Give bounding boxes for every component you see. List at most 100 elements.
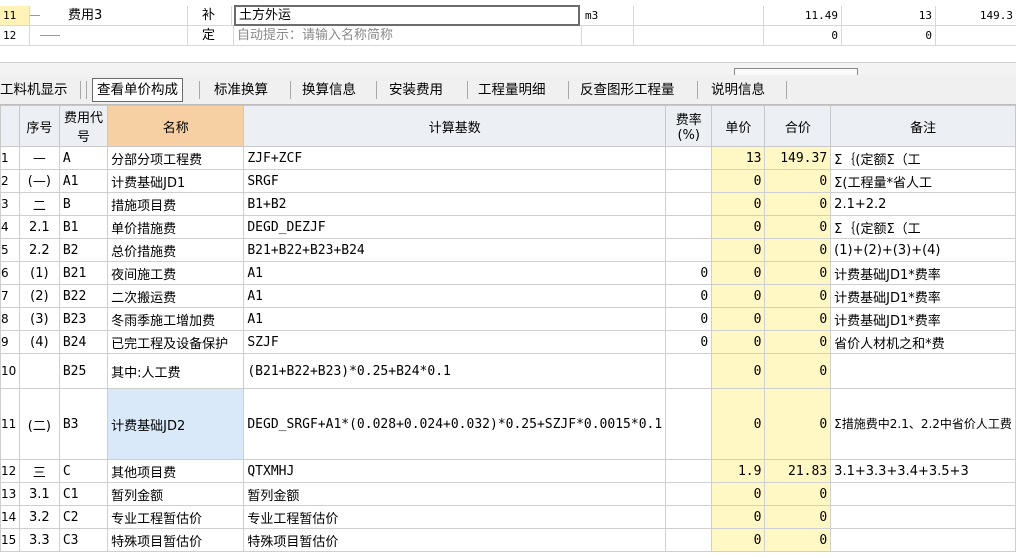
cell-rate[interactable] <box>665 215 713 239</box>
cell-base[interactable]: SRGF <box>243 169 667 193</box>
table-row[interactable]: 11 (二) B3 计费基础JD2 DEGD_SRGF+A1*(0.028+0.024+… <box>0 388 1016 460</box>
cell-note[interactable]: 3.1+3.3+3.4+3.5+3 <box>830 459 1016 483</box>
cell-code[interactable]: B <box>58 192 109 216</box>
cell-seq[interactable]: — <box>18 146 60 170</box>
cell-note[interactable] <box>830 482 1016 506</box>
cell-name[interactable]: 计费基础JD2 <box>107 388 245 460</box>
cell-base[interactable]: DEGD_SRGF+A1*(0.028+0.024+0.032)*0.25+SZ… <box>243 388 667 460</box>
column-header[interactable]: 备注 <box>830 105 1016 147</box>
cell-rate[interactable] <box>665 169 713 193</box>
cell-seq[interactable]: (2) <box>18 284 60 308</box>
cell-note[interactable]: 2.1+2.2 <box>830 192 1016 216</box>
cell-code[interactable]: A <box>58 146 109 170</box>
cell-price[interactable]: 0 <box>711 353 766 389</box>
cell-base[interactable]: B21+B22+B23+B24 <box>243 238 667 262</box>
tab-reverse-graphic-quantity[interactable]: 反查图形工程量 <box>576 79 679 101</box>
cell-name[interactable]: 二次搬运费 <box>107 284 245 308</box>
column-header[interactable]: 序号 <box>18 105 60 147</box>
table-row[interactable]: 1— A 分部分项工程费 ZJF+ZCF 13 149.37 Σ｛(定额Σ（工 <box>0 146 1016 170</box>
cell-seq[interactable]: 3.2 <box>18 505 60 529</box>
cell-name[interactable]: 专业工程暂估价 <box>107 505 245 529</box>
cell-total[interactable]: 0 <box>764 482 832 506</box>
cell-seq[interactable]: (3) <box>18 307 60 331</box>
cell-price[interactable]: 0 <box>711 238 766 262</box>
table-row[interactable]: 10 B25 其中:人工费 (B21+B22+B23)*0.25+B24*0.1 0 0 <box>0 353 1016 389</box>
cell-code[interactable]: B3 <box>58 388 109 460</box>
cell-price[interactable]: 0 <box>711 482 766 506</box>
cell-code[interactable]: B2 <box>58 238 109 262</box>
cell-seq[interactable]: 三 <box>18 459 60 483</box>
cell-rate[interactable]: 0 <box>665 307 713 331</box>
column-header[interactable]: 合价 <box>764 105 832 147</box>
cell-seq[interactable]: (4) <box>18 330 60 354</box>
cell-name[interactable]: 冬雨季施工增加费 <box>107 307 245 331</box>
column-header[interactable]: 单价 <box>711 105 766 147</box>
cell-code[interactable]: B22 <box>58 284 109 308</box>
cell-code[interactable]: C1 <box>58 482 109 506</box>
cell-total[interactable]: 0 <box>764 238 832 262</box>
cell-code[interactable]: B1 <box>58 215 109 239</box>
cell-base[interactable]: A1 <box>243 261 667 285</box>
table-row[interactable]: 12 三 C 其他项目费 QTXMHJ 1.9 21.83 3.1+3.3+3.4+3.5+3 <box>0 459 1016 483</box>
table-row[interactable]: 3 二 B 措施项目费 B1+B2 0 0 2.1+2.2 <box>0 192 1016 216</box>
table-row[interactable]: 13 3.1 C1 暂列金额 暂列金额 0 0 <box>0 482 1016 506</box>
cell-note[interactable]: Σ｛(定额Σ（工 <box>830 146 1016 170</box>
cell-total[interactable]: 0 <box>764 505 832 529</box>
estimate-row-11[interactable]: 11 费用3 补 土方外运 m3 11.49 13 149.3 <box>0 5 1016 26</box>
tab-labor-material[interactable]: 工料机显示 <box>0 79 72 101</box>
cell-name[interactable]: 暂列金额 <box>107 482 245 506</box>
cell-note[interactable]: Σ｛(定额Σ（工 <box>830 215 1016 239</box>
cell-name[interactable]: 其中:人工费 <box>107 353 245 389</box>
cell-code[interactable]: B24 <box>58 330 109 354</box>
cell-base[interactable]: A1 <box>243 307 667 331</box>
cell-price[interactable]: 0 <box>711 169 766 193</box>
tab-conversion-info[interactable]: 换算信息 <box>298 79 360 101</box>
cell-total[interactable]: 0 <box>764 192 832 216</box>
cell-base[interactable]: QTXMHJ <box>243 459 667 483</box>
cell-price[interactable]: 0 <box>711 330 766 354</box>
cell-rate[interactable] <box>665 192 713 216</box>
cell-code[interactable]: C3 <box>58 528 109 552</box>
cell-name[interactable]: 总价措施费 <box>107 238 245 262</box>
cell-name[interactable]: 计费基础JD1 <box>107 169 245 193</box>
table-row[interactable]: 9 (4) B24 已完工程及设备保护 SZJF 0 0 0 省价人材机之和*费 <box>0 330 1016 354</box>
cell-base[interactable]: DEGD_DEZJF <box>243 215 667 239</box>
cell-name[interactable]: 措施项目费 <box>107 192 245 216</box>
cell-seq[interactable]: 2.2 <box>18 238 60 262</box>
content-hint[interactable]: 自动提示：请输入名称简称 <box>234 26 582 45</box>
cell-total[interactable]: 0 <box>764 307 832 331</box>
tab-description[interactable]: 说明信息 <box>707 79 769 101</box>
cell-name[interactable]: 特殊项目暂估价 <box>107 528 245 552</box>
cell-code[interactable]: C <box>58 459 109 483</box>
tab-quantity-details[interactable]: 工程量明细 <box>474 79 550 101</box>
cell-code[interactable]: A1 <box>58 169 109 193</box>
cell-seq[interactable]: 3.1 <box>18 482 60 506</box>
cell-base[interactable]: 专业工程暂估价 <box>243 505 667 529</box>
cell-total[interactable]: 149.37 <box>764 146 832 170</box>
cell-note[interactable]: Σ(工程量*省人工 <box>830 169 1016 193</box>
cell-seq[interactable]: 3.3 <box>18 528 60 552</box>
cell-base[interactable]: 暂列金额 <box>243 482 667 506</box>
cell-price[interactable]: 0 <box>711 505 766 529</box>
table-row[interactable]: 2 (—) A1 计费基础JD1 SRGF 0 0 Σ(工程量*省人工 <box>0 169 1016 193</box>
cell-price[interactable]: 0 <box>711 215 766 239</box>
cell-base[interactable]: ZJF+ZCF <box>243 146 667 170</box>
cell-rate[interactable] <box>665 505 713 529</box>
table-row[interactable]: 8 (3) B23 冬雨季施工增加费 A1 0 0 0 计费基础JD1*费率 <box>0 307 1016 331</box>
cell-note[interactable]: 省价人材机之和*费 <box>830 330 1016 354</box>
cell-name[interactable]: 已完工程及设备保护 <box>107 330 245 354</box>
table-row[interactable]: 4 2.1 B1 单价措施费 DEGD_DEZJF 0 0 Σ｛(定额Σ（工 <box>0 215 1016 239</box>
cell-note[interactable] <box>830 505 1016 529</box>
cell-seq[interactable]: 二 <box>18 192 60 216</box>
cell-code[interactable]: C2 <box>58 505 109 529</box>
cell-price[interactable]: 1.9 <box>711 459 766 483</box>
cell-note[interactable] <box>830 353 1016 389</box>
table-row[interactable]: 7 (2) B22 二次搬运费 A1 0 0 0 计费基础JD1*费率 <box>0 284 1016 308</box>
cell-rate[interactable] <box>665 388 713 460</box>
cell-total[interactable]: 0 <box>764 330 832 354</box>
cell-code[interactable]: B25 <box>58 353 109 389</box>
estimate-row-12[interactable]: 12 定 自动提示：请输入名称简称 0 0 <box>0 26 1016 46</box>
cell-base[interactable]: B1+B2 <box>243 192 667 216</box>
cell-total[interactable]: 0 <box>764 353 832 389</box>
cell-note[interactable]: 计费基础JD1*费率 <box>830 307 1016 331</box>
